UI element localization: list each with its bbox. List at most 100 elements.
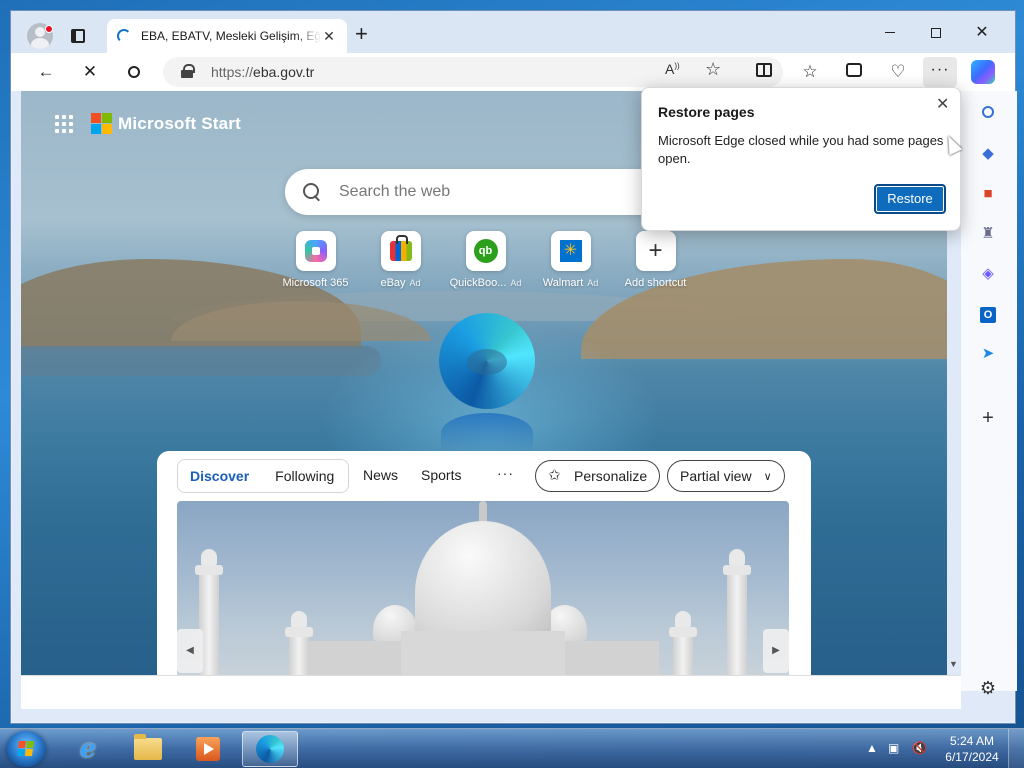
taskbar-edge[interactable] bbox=[242, 731, 298, 767]
browser-essentials-icon[interactable]: ♡ bbox=[887, 61, 909, 83]
taskbar-file-explorer[interactable] bbox=[120, 731, 176, 767]
ad-badge: Ad bbox=[409, 278, 421, 288]
restore-button[interactable]: Restore bbox=[874, 184, 946, 214]
volume-muted-icon[interactable]: 🔇 bbox=[912, 741, 927, 755]
profile-notification-dot bbox=[45, 25, 53, 33]
chevron-down-icon: ∨ bbox=[763, 470, 772, 483]
favorites-icon[interactable]: ☆ bbox=[799, 61, 821, 83]
edge-icon bbox=[256, 735, 284, 763]
feed-tab-group: Discover Following bbox=[177, 459, 350, 493]
plus-icon: + bbox=[648, 237, 663, 264]
tab-title: EBA, EBATV, Mesleki Gelişim, Eğitim bbox=[141, 29, 321, 43]
app-launcher-icon[interactable] bbox=[55, 114, 73, 133]
personalize-button[interactable]: ✩ Personalize bbox=[535, 460, 661, 492]
taskbar-internet-explorer[interactable]: e bbox=[60, 731, 116, 767]
edge-sidebar: ◆ ■ ♜ ◈ O ➤ + ⚙ bbox=[961, 91, 1017, 698]
toolbar: ← ✕ https://eba.gov.tr A)) ☆ ☆ ♡ ··· bbox=[11, 53, 1015, 91]
view-label: Partial view bbox=[680, 468, 752, 484]
dialog-title: Restore pages bbox=[658, 104, 755, 120]
close-window-button[interactable]: ✕ bbox=[959, 21, 1005, 45]
stop-loading-icon[interactable]: ✕ bbox=[79, 61, 101, 83]
shortcut-microsoft-365[interactable]: Microsoft 365 bbox=[273, 231, 358, 289]
windows-taskbar: e ▲ ▣ 🔇 5:24 AM 6/17/2024 bbox=[0, 728, 1024, 768]
microsoft-start-header: Microsoft Start bbox=[55, 113, 241, 134]
microsoft-365-icon bbox=[304, 240, 327, 262]
microsoft-start-title[interactable]: Microsoft Start bbox=[118, 114, 241, 134]
tab-discover[interactable]: Discover bbox=[190, 468, 249, 484]
start-button[interactable] bbox=[6, 731, 46, 767]
feed-hero-image[interactable]: ◀ ▶ bbox=[177, 501, 789, 675]
tab-following[interactable]: Following bbox=[275, 468, 334, 484]
games-icon[interactable]: ♜ bbox=[977, 223, 999, 245]
split-screen-icon[interactable] bbox=[753, 61, 775, 83]
page-bottom-strip bbox=[21, 675, 961, 709]
address-bar[interactable]: https://eba.gov.tr A)) ☆ bbox=[163, 57, 783, 87]
main-dome bbox=[415, 521, 551, 637]
url-text[interactable]: https://eba.gov.tr bbox=[211, 64, 314, 80]
microsoft-365-icon[interactable]: ◈ bbox=[977, 263, 999, 285]
dialog-message: Microsoft Edge closed while you had some… bbox=[658, 133, 944, 166]
clock-date: 6/17/2024 bbox=[945, 750, 999, 764]
search-placeholder: Search the web bbox=[339, 183, 451, 200]
show-hidden-icons-icon[interactable]: ▲ bbox=[866, 741, 878, 755]
minaret-far-right bbox=[723, 549, 751, 675]
search-icon[interactable] bbox=[123, 61, 145, 83]
tab-sports[interactable]: Sports bbox=[421, 467, 461, 483]
shortcut-walmart[interactable]: ✳ Walmart Ad bbox=[528, 231, 613, 289]
tools-briefcase-icon[interactable]: ■ bbox=[977, 183, 999, 205]
tab-news[interactable]: News bbox=[363, 467, 398, 483]
microsoft-logo-icon bbox=[91, 113, 112, 134]
network-icon[interactable]: ▣ bbox=[888, 741, 899, 755]
show-desktop-button[interactable] bbox=[1008, 729, 1024, 768]
shortcut-quickbooks[interactable]: qb QuickBoo... Ad bbox=[443, 231, 528, 289]
minaret-inner-left bbox=[285, 611, 313, 675]
taskbar-media-player[interactable] bbox=[180, 731, 236, 767]
edge-logo-reflection bbox=[441, 413, 533, 453]
read-aloud-icon[interactable]: A)) bbox=[665, 61, 680, 77]
carousel-prev-icon[interactable]: ◀ bbox=[177, 629, 203, 673]
close-icon[interactable]: ✕ bbox=[936, 94, 949, 114]
add-sidebar-app-icon[interactable]: + bbox=[977, 407, 999, 429]
shortcut-label: QuickBoo... bbox=[449, 277, 507, 289]
quick-links: Microsoft 365 eBay Ad qb QuickBoo... Ad ✳ … bbox=[273, 231, 698, 289]
copilot-icon[interactable] bbox=[971, 60, 995, 84]
settings-and-more-button[interactable]: ··· bbox=[923, 57, 957, 87]
scroll-down-arrow-icon[interactable]: ▼ bbox=[949, 659, 958, 669]
shortcut-label: eBay bbox=[380, 277, 406, 289]
tab-actions-icon[interactable] bbox=[71, 29, 85, 43]
tab-close-icon[interactable]: ✕ bbox=[321, 28, 337, 45]
lock-icon[interactable] bbox=[181, 64, 195, 78]
walmart-spark-icon: ✳ bbox=[559, 240, 582, 262]
ebay-bag-icon bbox=[389, 235, 412, 261]
edge-logo-icon bbox=[439, 313, 535, 409]
collections-icon[interactable] bbox=[843, 61, 865, 83]
sidebar-search-icon[interactable] bbox=[977, 103, 999, 125]
system-clock[interactable]: 5:24 AM 6/17/2024 bbox=[942, 733, 1002, 765]
drop-send-icon[interactable]: ➤ bbox=[977, 343, 999, 365]
back-arrow-icon[interactable]: ← bbox=[35, 61, 57, 83]
search-magnifier-icon bbox=[303, 183, 321, 201]
sidebar-settings-gear-icon[interactable]: ⚙ bbox=[977, 677, 999, 699]
favorite-star-icon[interactable]: ☆ bbox=[705, 59, 721, 80]
carousel-next-icon[interactable]: ▶ bbox=[763, 629, 789, 673]
maximize-button[interactable] bbox=[913, 21, 959, 45]
shortcut-ebay[interactable]: eBay Ad bbox=[358, 231, 443, 289]
browser-tab[interactable]: EBA, EBATV, Mesleki Gelişim, Eğitim ✕ bbox=[107, 19, 347, 53]
minimize-button[interactable] bbox=[867, 21, 913, 45]
mausoleum-base bbox=[401, 631, 565, 675]
restore-pages-dialog: Restore pages ✕ Microsoft Edge closed wh… bbox=[641, 87, 961, 231]
personalize-label: Personalize bbox=[574, 468, 648, 484]
outlook-icon[interactable]: O bbox=[977, 303, 999, 325]
more-categories-icon[interactable]: ··· bbox=[497, 465, 514, 481]
new-tab-button[interactable]: + bbox=[355, 23, 368, 45]
internet-explorer-icon: e bbox=[79, 734, 97, 764]
quickbooks-icon: qb bbox=[473, 239, 498, 263]
building-wing-right bbox=[549, 641, 659, 675]
layout-view-dropdown[interactable]: Partial view ∨ bbox=[667, 460, 785, 492]
media-player-icon bbox=[196, 737, 220, 761]
add-shortcut-button[interactable]: + Add shortcut bbox=[613, 231, 698, 289]
shopping-tag-icon[interactable]: ◆ bbox=[977, 143, 999, 165]
shortcut-label: Microsoft 365 bbox=[282, 277, 349, 289]
ad-badge: Ad bbox=[510, 278, 522, 288]
clock-time: 5:24 AM bbox=[949, 734, 995, 748]
